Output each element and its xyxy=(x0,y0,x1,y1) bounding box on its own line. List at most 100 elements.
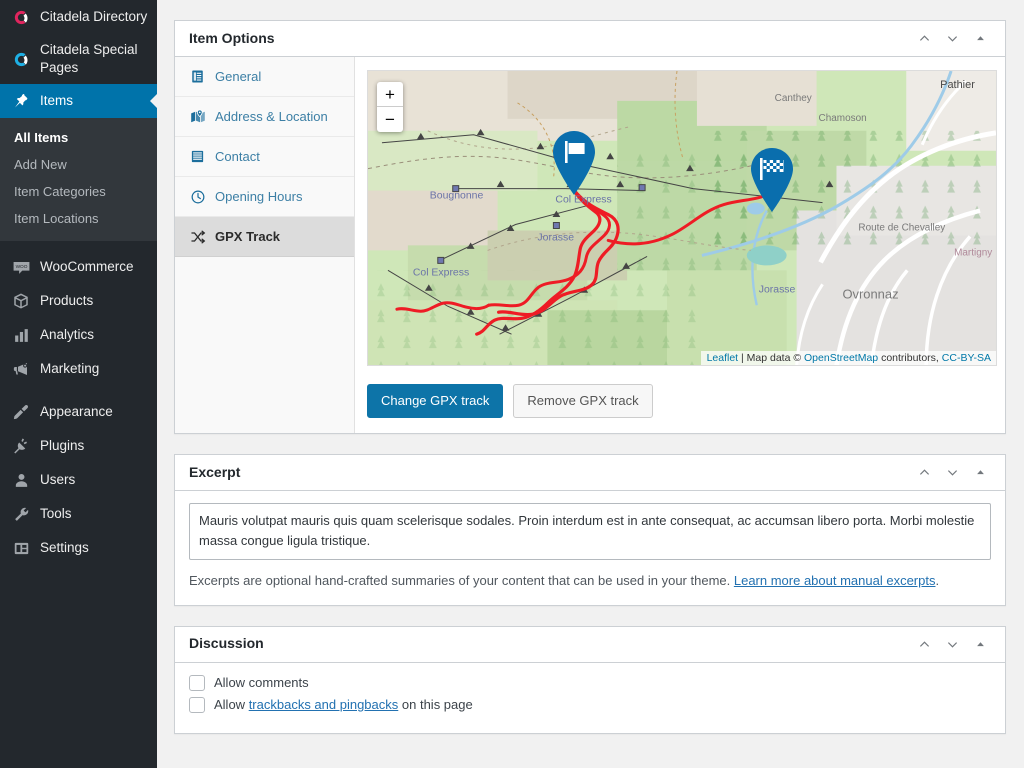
move-down-button[interactable] xyxy=(939,631,965,657)
attribution-contributors: contributors, xyxy=(878,352,942,364)
wrench-icon xyxy=(10,504,32,524)
item-options-body: General Address & Locati xyxy=(175,57,1005,433)
sidebar-item-plugins[interactable]: Plugins xyxy=(0,429,157,463)
discussion-panel: Discussion Allow comments xyxy=(174,626,1006,734)
excerpt-body: Excerpts are optional hand-crafted summa… xyxy=(175,491,1005,605)
manual-excerpts-link[interactable]: Learn more about manual excerpts xyxy=(734,573,936,588)
allow-comments-label: Allow comments xyxy=(214,675,309,690)
sidebar-item-items[interactable]: Items xyxy=(0,84,157,118)
clock-icon xyxy=(189,188,206,205)
sidebar-item-tools[interactable]: Tools xyxy=(0,497,157,531)
map-label: Col Express xyxy=(413,267,469,278)
sidebar-item-label: Citadela Directory xyxy=(40,8,157,26)
sidebar-item-products[interactable]: Products xyxy=(0,284,157,318)
admin-page: Citadela Directory Citadela Special Page… xyxy=(0,0,1024,768)
gpx-actions: Change GPX track Remove GPX track xyxy=(367,384,997,418)
admin-sidebar: Citadela Directory Citadela Special Page… xyxy=(0,0,157,768)
sidebar-subitem-item-categories[interactable]: Item Categories xyxy=(0,178,157,205)
map-label: Jorasse xyxy=(537,232,574,243)
pin-icon xyxy=(10,91,32,111)
excerpt-header: Excerpt xyxy=(175,455,1005,491)
sidebar-item-woocommerce[interactable]: WOO WooCommerce xyxy=(0,250,157,284)
map-label: Jorasse xyxy=(759,284,796,295)
gpx-start-marker[interactable] xyxy=(548,129,600,197)
gpx-end-marker[interactable] xyxy=(746,146,798,214)
sidebar-subitem-item-locations[interactable]: Item Locations xyxy=(0,205,157,232)
item-options-panel: Item Options xyxy=(174,20,1006,434)
gpx-map[interactable]: + − BougnonneCol ExpressJorasseCol Expre… xyxy=(367,70,997,366)
tab-label: Opening Hours xyxy=(215,189,302,204)
license-link[interactable]: CC-BY-SA xyxy=(942,352,991,364)
woocommerce-icon: WOO xyxy=(10,257,32,277)
shuffle-icon xyxy=(189,228,206,245)
panel-header-controls xyxy=(911,26,993,52)
plug-icon xyxy=(10,436,32,456)
map-label: Canthey xyxy=(775,93,812,104)
tab-label: General xyxy=(215,69,261,84)
tab-label: Contact xyxy=(215,149,260,164)
toggle-panel-button[interactable] xyxy=(967,460,993,486)
zoom-out-button[interactable]: − xyxy=(377,107,403,132)
megaphone-icon xyxy=(10,359,32,379)
excerpt-title: Excerpt xyxy=(189,463,911,483)
leaflet-link[interactable]: Leaflet xyxy=(707,352,739,364)
move-down-button[interactable] xyxy=(939,460,965,486)
sidebar-subitem-add-new[interactable]: Add New xyxy=(0,151,157,178)
sidebar-item-label: Analytics xyxy=(40,326,157,344)
sidebar-item-marketing[interactable]: Marketing xyxy=(0,352,157,386)
sidebar-subitem-all-items[interactable]: All Items xyxy=(0,124,157,151)
sidebar-item-citadela-special-pages[interactable]: Citadela Special Pages xyxy=(0,34,157,84)
move-up-button[interactable] xyxy=(911,460,937,486)
tab-general[interactable]: General xyxy=(175,57,354,97)
toggle-panel-button[interactable] xyxy=(967,26,993,52)
allow-pings-row: Allow trackbacks and pingbacks on this p… xyxy=(189,697,991,713)
move-up-button[interactable] xyxy=(911,631,937,657)
sidebar-item-users[interactable]: Users xyxy=(0,463,157,497)
sidebar-item-label: Citadela Special Pages xyxy=(40,41,157,77)
sidebar-item-label: Items xyxy=(40,92,157,110)
tab-gpx-track[interactable]: GPX Track xyxy=(175,217,354,257)
move-up-button[interactable] xyxy=(911,26,937,52)
toggle-panel-button[interactable] xyxy=(967,631,993,657)
gpx-track-content: + − BougnonneCol ExpressJorasseCol Expre… xyxy=(355,57,1010,433)
panel-header-controls xyxy=(911,631,993,657)
box-icon xyxy=(10,291,32,311)
discussion-header: Discussion xyxy=(175,627,1005,663)
trackbacks-pingbacks-link[interactable]: trackbacks and pingbacks xyxy=(249,697,399,712)
openstreetmap-link[interactable]: OpenStreetMap xyxy=(804,352,878,364)
excerpt-textarea[interactable] xyxy=(189,503,991,560)
map-zoom-control: + − xyxy=(377,82,403,132)
tab-contact[interactable]: Contact xyxy=(175,137,354,177)
allow-pings-checkbox[interactable] xyxy=(189,697,205,713)
sidebar-item-label: Tools xyxy=(40,505,157,523)
excerpt-help-before: Excerpts are optional hand-crafted summa… xyxy=(189,573,734,588)
contact-list-icon xyxy=(189,148,206,165)
remove-gpx-track-button[interactable]: Remove GPX track xyxy=(513,384,652,418)
map-label: Chamoson xyxy=(819,113,867,124)
tab-opening-hours[interactable]: Opening Hours xyxy=(175,177,354,217)
sidebar-item-label: WooCommerce xyxy=(40,258,157,276)
allow-comments-checkbox[interactable] xyxy=(189,675,205,691)
sidebar-item-label: Users xyxy=(40,471,157,489)
svg-text:WOO: WOO xyxy=(15,263,27,269)
sidebar-item-appearance[interactable]: Appearance xyxy=(0,395,157,429)
move-down-button[interactable] xyxy=(939,26,965,52)
allow-pings-label: Allow trackbacks and pingbacks on this p… xyxy=(214,697,473,712)
sidebar-divider xyxy=(0,241,157,250)
sidebar-submenu-items: All Items Add New Item Categories Item L… xyxy=(0,118,157,241)
sidebar-item-label: Appearance xyxy=(40,403,157,421)
sidebar-item-citadela-directory[interactable]: Citadela Directory xyxy=(0,0,157,34)
change-gpx-track-button[interactable]: Change GPX track xyxy=(367,384,503,418)
sidebar-item-settings[interactable]: Settings xyxy=(0,531,157,565)
sidebar-item-analytics[interactable]: Analytics xyxy=(0,318,157,352)
page-title: Item Options xyxy=(189,29,911,49)
zoom-in-button[interactable]: + xyxy=(377,82,403,107)
tab-label: Address & Location xyxy=(215,109,328,124)
tab-address-location[interactable]: Address & Location xyxy=(175,97,354,137)
sidebar-divider xyxy=(0,386,157,395)
sidebar-item-label: Marketing xyxy=(40,360,157,378)
excerpt-help-after: . xyxy=(935,573,939,588)
sidebar-item-label: Products xyxy=(40,292,157,310)
map-label: Ovronnaz xyxy=(842,286,898,301)
map-label: Bougnonne xyxy=(430,191,484,202)
